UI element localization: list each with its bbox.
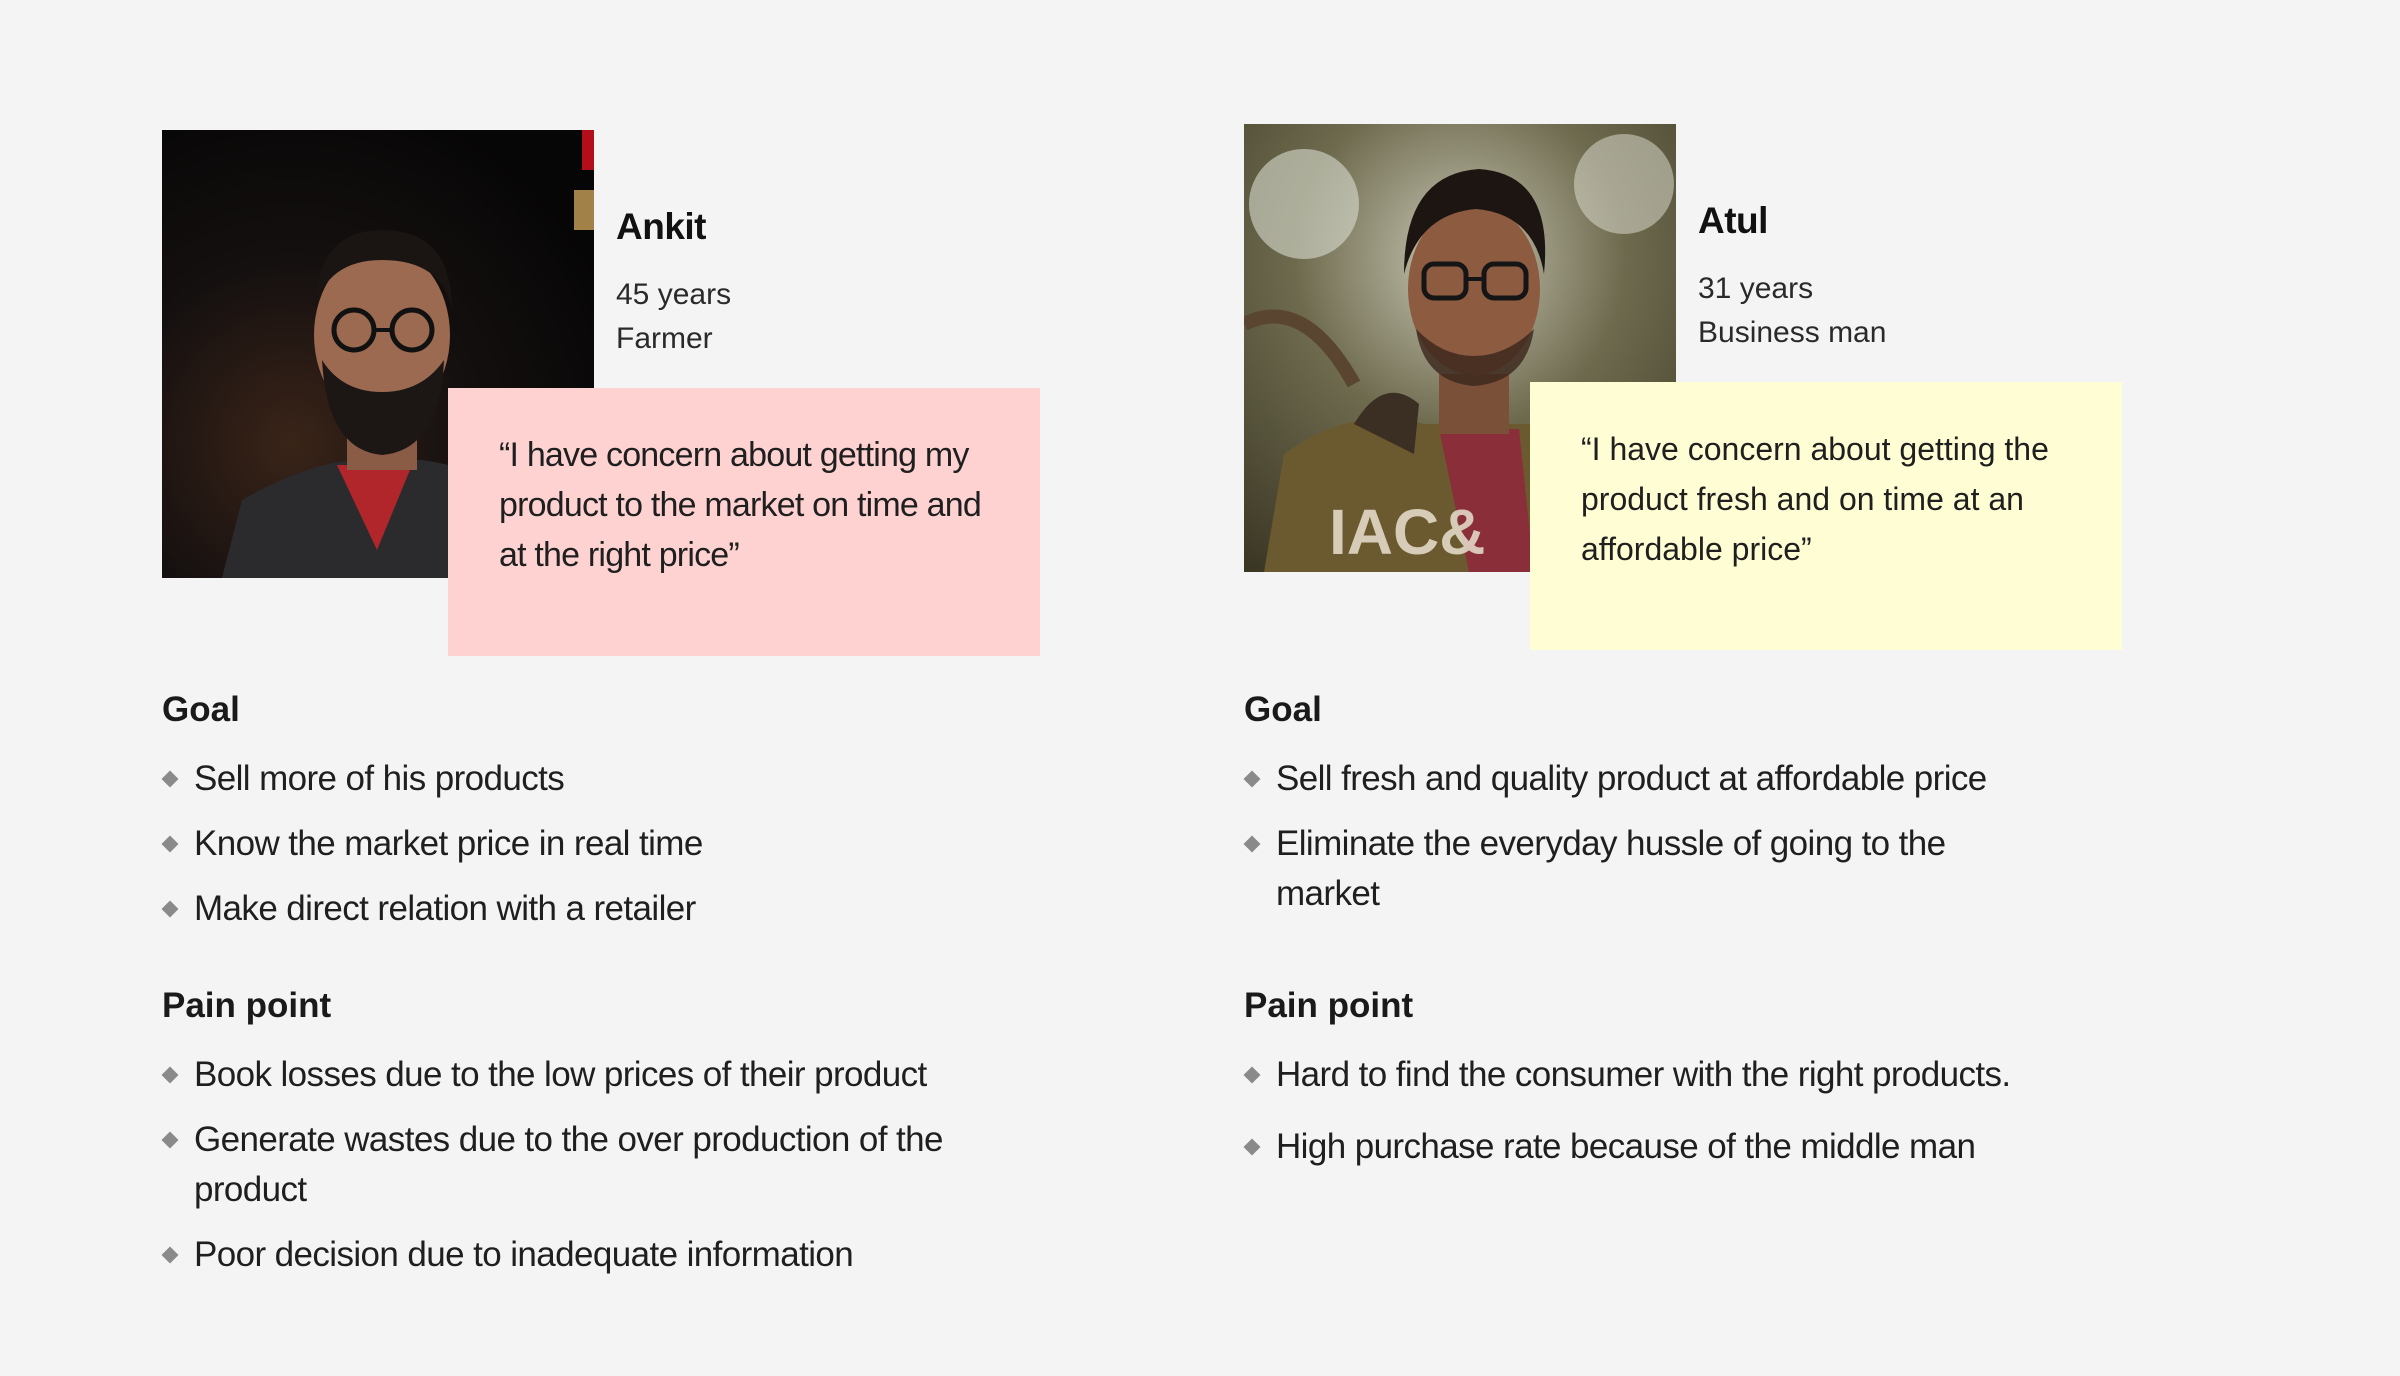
pain-point-item: Poor decision due to inadequate informat… bbox=[161, 1230, 962, 1280]
goal-item: Sell fresh and quality product at afford… bbox=[1243, 754, 2004, 804]
persona-age: 45 years bbox=[616, 278, 732, 311]
diamond-bullet-icon bbox=[1243, 770, 1261, 788]
goal-list: Sell more of his products Know the marke… bbox=[161, 754, 1022, 949]
pain-point-item: High purchase rate because of the middle… bbox=[1243, 1122, 2104, 1172]
persona-occupation: Farmer bbox=[616, 322, 713, 355]
diamond-bullet-icon bbox=[1243, 1066, 1261, 1084]
persona-name: Atul bbox=[1698, 200, 1768, 241]
goal-list: Sell fresh and quality product at afford… bbox=[1243, 754, 2004, 934]
diamond-bullet-icon bbox=[1243, 1138, 1261, 1156]
goal-heading: Goal bbox=[162, 690, 240, 729]
persona-quote-card: “I have concern about getting my product… bbox=[448, 388, 1040, 656]
diamond-bullet-icon bbox=[161, 770, 179, 788]
persona-meta: 31 years Business man bbox=[1698, 267, 1886, 355]
diamond-bullet-icon bbox=[161, 900, 179, 918]
pain-point-heading: Pain point bbox=[1244, 986, 1414, 1025]
pain-point-heading: Pain point bbox=[162, 986, 332, 1025]
persona-quote-card: “I have concern about getting the produc… bbox=[1530, 382, 2122, 650]
persona-name: Ankit bbox=[616, 206, 707, 247]
persona-age: 31 years bbox=[1698, 272, 1814, 305]
persona-board: Ankit 45 years Farmer “I have concern ab… bbox=[0, 0, 2400, 1376]
persona-card-atul: IAC& Atul 31 years Business man “I have … bbox=[1243, 0, 2244, 1376]
goal-heading: Goal bbox=[1244, 690, 1322, 729]
pain-point-item: Generate wastes due to the over producti… bbox=[161, 1115, 962, 1215]
goal-item: Make direct relation with a retailer bbox=[161, 884, 1022, 934]
pain-point-list: Hard to find the consumer with the right… bbox=[1243, 1050, 2104, 1194]
goal-item: Know the market price in real time bbox=[161, 819, 1022, 869]
goal-item: Eliminate the everyday hussle of going t… bbox=[1243, 819, 2004, 919]
goal-item: Sell more of his products bbox=[161, 754, 1022, 804]
persona-quote-text: “I have concern about getting my product… bbox=[499, 436, 982, 574]
pain-point-item: Hard to find the consumer with the right… bbox=[1243, 1050, 2104, 1100]
svg-text:IAC&: IAC& bbox=[1329, 496, 1485, 568]
persona-card-ankit: Ankit 45 years Farmer “I have concern ab… bbox=[161, 0, 1162, 1376]
diamond-bullet-icon bbox=[161, 1066, 179, 1084]
diamond-bullet-icon bbox=[161, 1131, 179, 1149]
diamond-bullet-icon bbox=[161, 1246, 179, 1264]
diamond-bullet-icon bbox=[161, 835, 179, 853]
pain-point-item: Book losses due to the low prices of the… bbox=[161, 1050, 962, 1100]
persona-quote-text: “I have concern about getting the produc… bbox=[1581, 431, 2049, 567]
pain-point-list: Book losses due to the low prices of the… bbox=[161, 1050, 962, 1295]
persona-meta: 45 years Farmer bbox=[616, 273, 731, 361]
diamond-bullet-icon bbox=[1243, 835, 1261, 853]
persona-occupation: Business man bbox=[1698, 316, 1887, 349]
